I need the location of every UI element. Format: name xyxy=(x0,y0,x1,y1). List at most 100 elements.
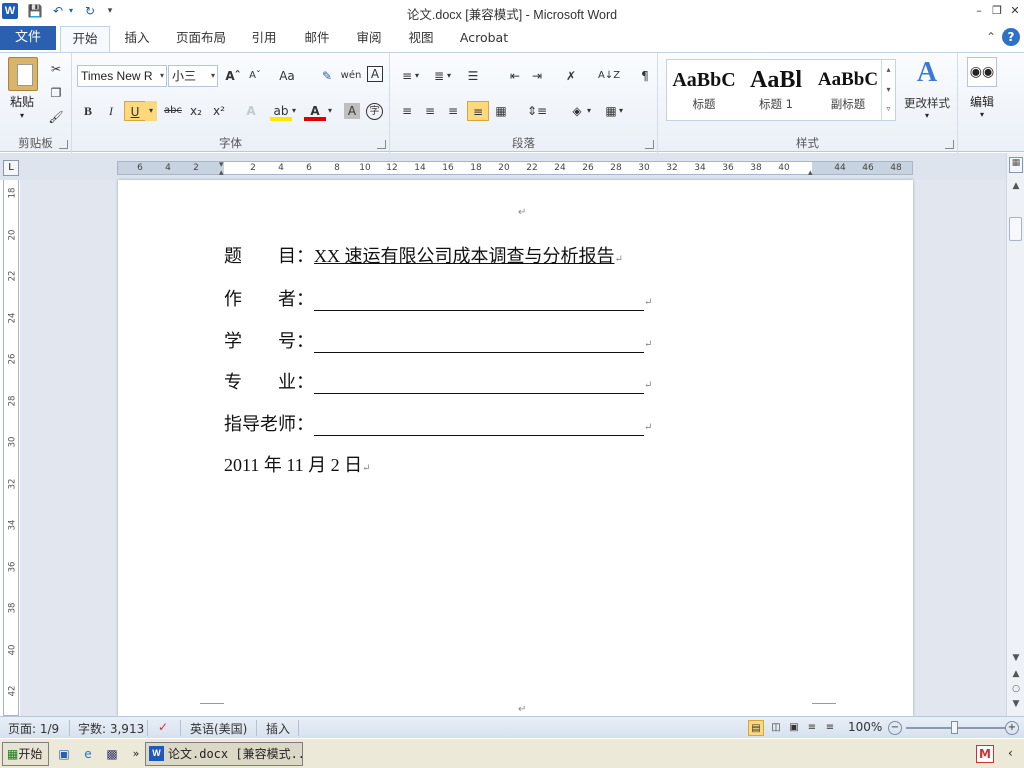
increase-indent-icon[interactable]: ⇥ xyxy=(526,66,548,86)
page-count[interactable]: 页面: 1/9 xyxy=(8,720,59,737)
minimize-icon[interactable]: – xyxy=(970,3,988,19)
clear-formatting-icon[interactable]: ✎ xyxy=(316,66,338,86)
decrease-indent-icon[interactable]: ⇤ xyxy=(504,66,526,86)
tab-file[interactable]: 文件 xyxy=(0,26,56,50)
view-ruler-icon[interactable]: ▦ xyxy=(1009,157,1023,173)
grow-font-icon[interactable]: Aˆ xyxy=(222,66,244,86)
italic-icon[interactable]: I xyxy=(100,101,122,121)
print-layout-view-icon[interactable]: ▤ xyxy=(748,720,764,736)
format-painter-icon[interactable]: 🖌 xyxy=(45,107,67,127)
shrink-font-icon[interactable]: Aˇ xyxy=(244,66,266,86)
change-case-icon[interactable]: Aa xyxy=(276,66,298,86)
collapse-ribbon-icon[interactable]: ⌃ xyxy=(986,30,996,44)
tab-review[interactable]: 审阅 xyxy=(349,26,389,50)
character-shading-icon[interactable]: A xyxy=(344,103,360,119)
insert-mode-indicator[interactable]: 插入 xyxy=(266,720,290,737)
style-heading-1[interactable]: AaBl 标题 1 xyxy=(741,62,811,118)
align-right-icon[interactable]: ≡ xyxy=(442,101,464,121)
tab-home[interactable]: 开始 xyxy=(60,26,110,52)
zoom-level[interactable]: 100% xyxy=(848,720,882,734)
date-line[interactable]: 2011 年 11 月 2 日↵ xyxy=(224,451,371,477)
change-styles-button[interactable]: A 更改样式 ▾ xyxy=(902,57,952,137)
student-id-line[interactable]: 学 号： ↵ xyxy=(224,327,652,353)
paste-dropdown-icon[interactable]: ▾ xyxy=(20,111,24,120)
major-line[interactable]: 专 业： ↵ xyxy=(224,368,652,394)
advisor-line[interactable]: 指导老师： ↵ xyxy=(224,410,652,436)
vertical-scrollbar[interactable]: ▦ ▲ ▼ ▲ ○ ▼ xyxy=(1006,153,1024,716)
clipboard-launcher-icon[interactable] xyxy=(59,140,68,149)
styles-launcher-icon[interactable] xyxy=(945,140,954,149)
font-name-dropdown-icon[interactable]: ▾ xyxy=(160,66,164,86)
hanging-indent-marker[interactable]: ▴ xyxy=(219,168,224,178)
tray-expand-icon[interactable]: ‹ xyxy=(1008,746,1013,760)
help-icon[interactable]: ? xyxy=(1002,28,1020,46)
numbering-dropdown-icon[interactable]: ▾ xyxy=(444,66,454,86)
web-layout-view-icon[interactable]: ▣ xyxy=(786,720,802,736)
bullets-dropdown-icon[interactable]: ▾ xyxy=(412,66,422,86)
student-id-blank[interactable] xyxy=(314,333,644,353)
next-page-icon[interactable]: ▼ xyxy=(1009,699,1023,709)
gallery-more-icon[interactable]: ▿ xyxy=(882,100,895,118)
zoom-out-icon[interactable]: − xyxy=(888,721,902,735)
line-spacing-icon[interactable]: ⇕≡ xyxy=(526,101,548,121)
scroll-thumb[interactable] xyxy=(1009,217,1022,241)
show-marks-icon[interactable]: ¶ xyxy=(634,66,656,86)
subscript-icon[interactable]: x₂ xyxy=(185,101,207,121)
taskbar-word-document[interactable]: W 论文.docx [兼容模式... xyxy=(145,742,303,766)
align-left-icon[interactable]: ≡ xyxy=(396,101,418,121)
style-subtitle[interactable]: AaBbC 副标题 xyxy=(813,62,883,118)
multilevel-list-icon[interactable]: ☰ xyxy=(462,66,484,86)
styles-gallery-scroll[interactable]: ▴ ▾ ▿ xyxy=(881,60,895,120)
font-color-icon[interactable]: A xyxy=(304,101,326,121)
tab-acrobat[interactable]: Acrobat xyxy=(454,26,514,50)
enclose-characters-icon[interactable]: 字 xyxy=(366,103,383,120)
draft-view-icon[interactable]: ≡ xyxy=(822,720,838,736)
vertical-ruler[interactable]: 18 20 22 24 26 28 30 32 34 36 38 40 42 xyxy=(3,180,19,716)
justify-icon[interactable]: ≡ xyxy=(467,101,489,121)
restore-icon[interactable]: ❐ xyxy=(988,3,1006,19)
distributed-icon[interactable]: ▦ xyxy=(490,101,512,121)
font-color-dropdown-icon[interactable]: ▾ xyxy=(324,101,336,121)
internet-explorer-icon[interactable]: e xyxy=(80,746,96,762)
start-button[interactable]: ▦开始 xyxy=(2,742,49,766)
close-icon[interactable]: ✕ xyxy=(1006,3,1024,19)
chinese-layout-icon[interactable]: ✗ xyxy=(560,66,582,86)
tray-app-icon[interactable]: M xyxy=(976,745,994,763)
align-center-icon[interactable]: ≡ xyxy=(419,101,441,121)
quicklaunch-app-icon[interactable]: ▩ xyxy=(104,746,120,762)
strikethrough-icon[interactable]: abc xyxy=(162,101,184,121)
font-name-combo[interactable]: Times New R ▾ xyxy=(77,65,167,87)
bold-icon[interactable]: B xyxy=(77,101,99,121)
tab-insert[interactable]: 插入 xyxy=(116,26,158,50)
previous-page-icon[interactable]: ▲ xyxy=(1009,669,1023,679)
paste-button[interactable]: 粘贴 xyxy=(10,93,34,110)
editing-button[interactable]: ◉◉ 编辑 ▾ xyxy=(964,57,1000,137)
scroll-up-icon[interactable]: ▲ xyxy=(1009,181,1023,191)
zoom-slider-thumb[interactable] xyxy=(951,721,958,734)
underline-dropdown-icon[interactable]: ▾ xyxy=(145,101,157,121)
zoom-in-icon[interactable]: + xyxy=(1005,721,1019,735)
outline-view-icon[interactable]: ≡ xyxy=(804,720,820,736)
word-count[interactable]: 字数: 3,913 xyxy=(78,720,144,737)
shading-dropdown-icon[interactable]: ▾ xyxy=(584,101,594,121)
author-line[interactable]: 作 者： ↵ xyxy=(224,285,652,311)
major-blank[interactable] xyxy=(314,374,644,394)
full-screen-reading-view-icon[interactable]: ◫ xyxy=(768,720,784,736)
quicklaunch-overflow-icon[interactable]: » xyxy=(128,746,144,762)
author-blank[interactable] xyxy=(314,291,644,311)
advisor-blank[interactable] xyxy=(314,416,644,436)
style-title[interactable]: AaBbC 标题 xyxy=(669,62,739,118)
font-size-dropdown-icon[interactable]: ▾ xyxy=(211,66,215,86)
scroll-down-icon[interactable]: ▼ xyxy=(1009,653,1023,663)
text-effects-icon[interactable]: A xyxy=(240,101,262,121)
underline-icon[interactable]: U xyxy=(124,101,146,121)
select-browse-object-icon[interactable]: ○ xyxy=(1009,684,1023,694)
tab-view[interactable]: 视图 xyxy=(401,26,441,50)
phonetic-guide-icon[interactable]: wén xyxy=(340,66,362,86)
font-launcher-icon[interactable] xyxy=(377,140,386,149)
cut-icon[interactable]: ✂ xyxy=(45,59,67,79)
sort-icon[interactable]: A↓Z xyxy=(598,66,620,86)
paste-icon[interactable] xyxy=(8,57,38,91)
tab-references[interactable]: 引用 xyxy=(244,26,284,50)
language-indicator[interactable]: 英语(美国) xyxy=(190,720,247,737)
